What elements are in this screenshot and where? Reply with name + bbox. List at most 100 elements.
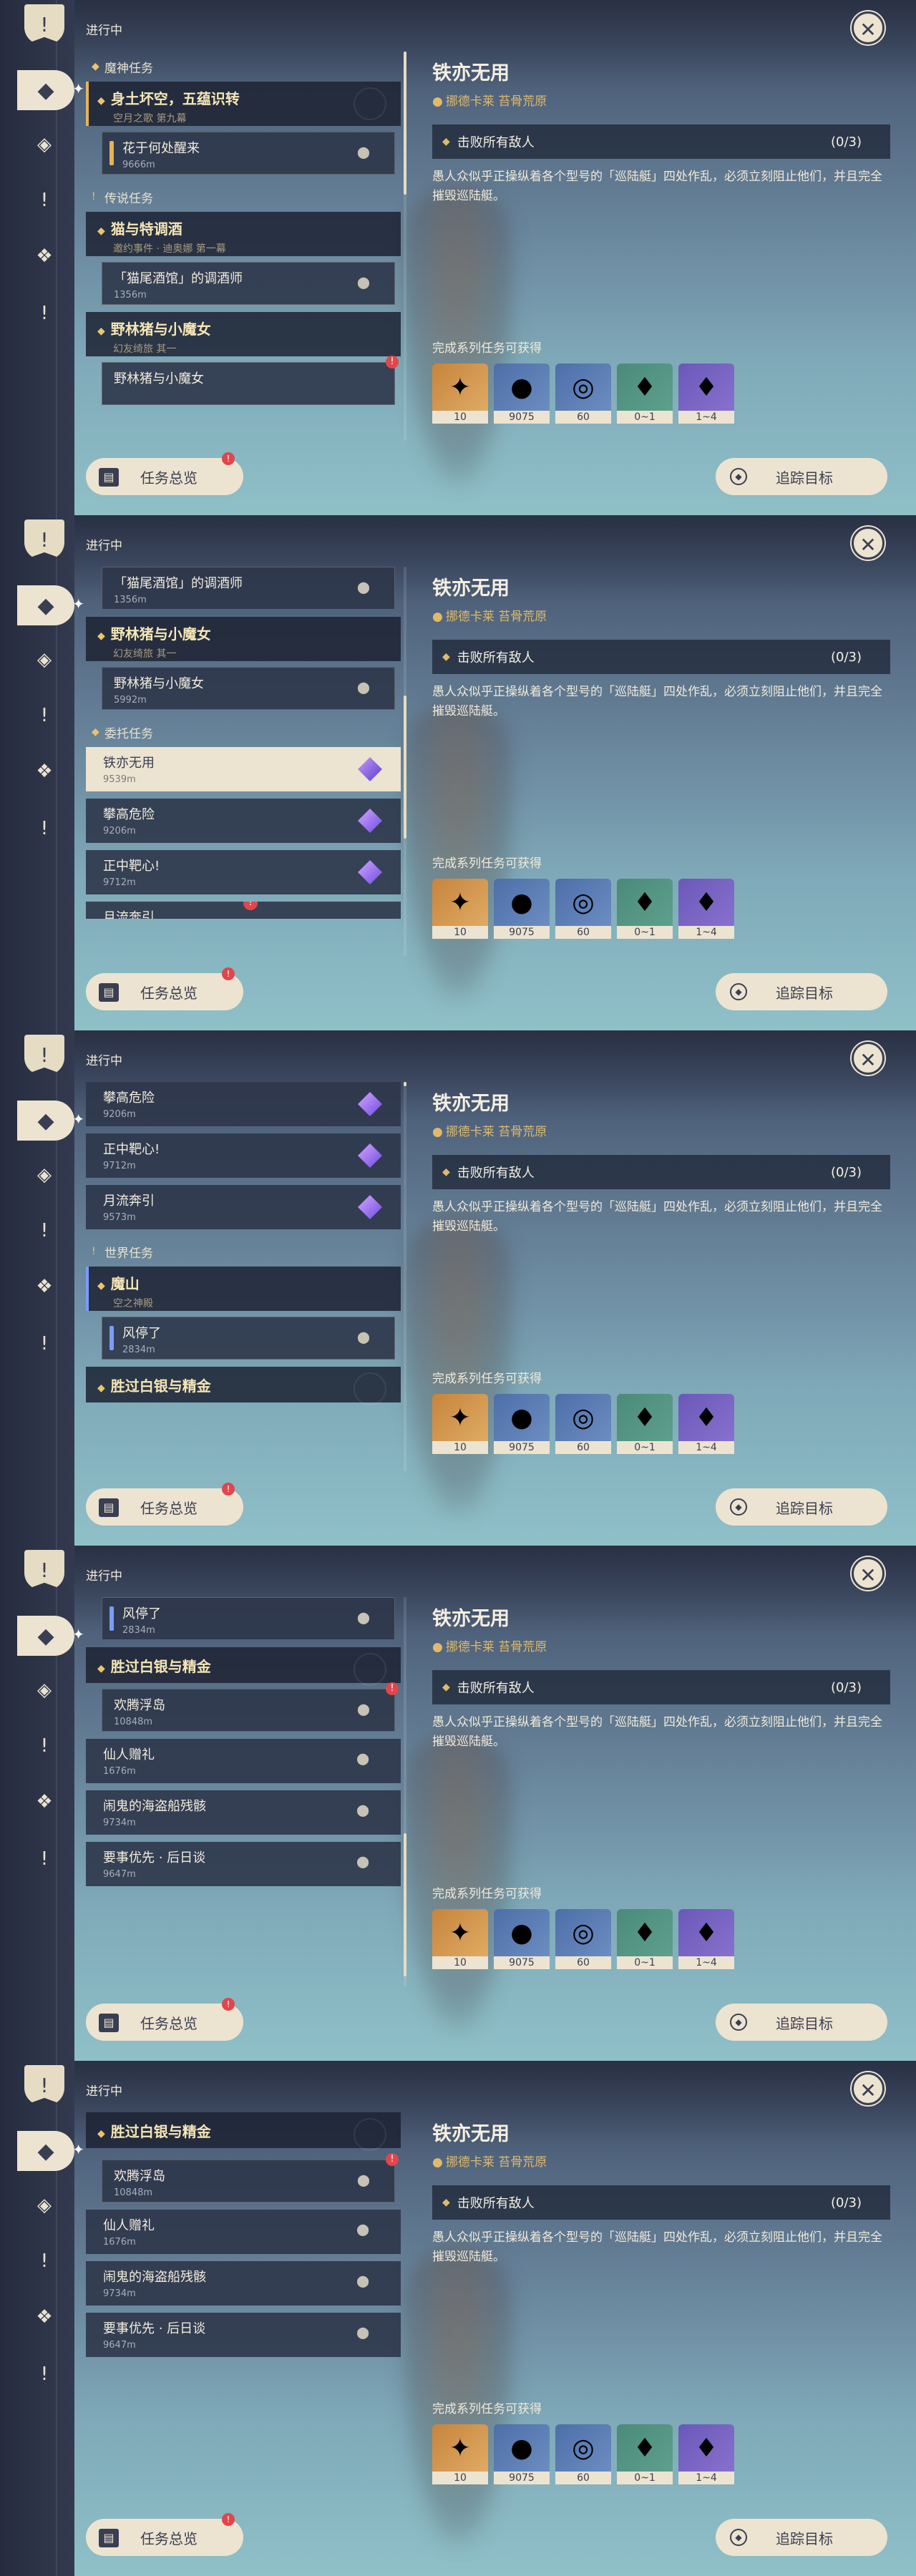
commission-task[interactable]: 月流奔引! xyxy=(86,902,401,919)
reward-item[interactable]: ◎ 60 xyxy=(555,2424,611,2484)
world-quest-icon[interactable]: ! xyxy=(29,298,60,329)
chapter-world-2[interactable]: ◆ 胜过白银与精金 xyxy=(86,2112,401,2151)
quest-step[interactable]: 「猫尾酒馆」的调酒师 1356m ⬤ xyxy=(102,567,395,610)
reward-item[interactable]: ● 9075 xyxy=(494,2424,550,2484)
all-quests-icon[interactable]: ◆ ✦ xyxy=(17,70,84,110)
quest-bookmark-icon[interactable]: ! xyxy=(24,1035,64,1075)
world-task[interactable]: 要事优先 · 后日谈 9647m ⬤ xyxy=(86,1842,401,1886)
quest-bookmark-icon[interactable]: ! xyxy=(24,2065,64,2105)
quest-list-scrollbar[interactable] xyxy=(404,1597,406,1986)
location-pin-icon[interactable]: ⬤ xyxy=(356,1803,369,1817)
location-pin-icon[interactable]: ⬤ xyxy=(356,680,371,696)
location-pin-icon[interactable]: ⬤ xyxy=(356,2223,369,2236)
archon-quest-icon[interactable]: ◈ xyxy=(29,1159,60,1191)
world-quest-icon[interactable]: ! xyxy=(29,1843,60,1875)
world-task[interactable]: 要事优先 · 后日谈 9647m ⬤ xyxy=(86,2313,401,2357)
reward-item[interactable]: ✦ 10 xyxy=(432,364,488,424)
all-quests-icon[interactable]: ◆ ✦ xyxy=(17,1101,84,1141)
scrollbar-thumb[interactable] xyxy=(404,696,406,839)
quest-list-scrollbar[interactable] xyxy=(404,567,406,956)
commission-icon[interactable]: ❖ xyxy=(29,240,60,272)
chapter-story-2[interactable]: ◆ 野林猪与小魔女 幻友绮旅 其一 xyxy=(86,312,401,356)
quest-bookmark-icon[interactable]: ! xyxy=(24,519,64,560)
reward-item[interactable]: ✦ 10 xyxy=(432,879,488,939)
world-quest-icon[interactable]: ! xyxy=(29,813,60,844)
location-pin-icon[interactable]: ⬤ xyxy=(356,1752,369,1765)
overview-button[interactable]: ▤ 任务总览! xyxy=(86,967,243,1010)
close-button[interactable]: ✕ xyxy=(852,527,885,560)
quest-step[interactable]: 花于何处醒来 9666m ⬤ xyxy=(102,132,395,175)
archon-quest-icon[interactable]: ◈ xyxy=(29,2190,60,2221)
chapter-world-2[interactable]: ◆ 胜过白银与精金 xyxy=(86,1647,401,1686)
archon-quest-icon[interactable]: ◈ xyxy=(29,1674,60,1706)
track-button[interactable]: ◆ 追踪目标 xyxy=(716,458,887,495)
scrollbar-thumb[interactable] xyxy=(404,1082,406,1086)
all-quests-icon[interactable]: ◆ ✦ xyxy=(17,1616,84,1656)
reward-item[interactable]: ♦ 1~4 xyxy=(678,1909,734,1969)
chapter-story-1[interactable]: ◆ 猫与特调酒 邀约事件 · 迪奥娜 第一幕 xyxy=(86,212,401,256)
scrollbar-thumb[interactable] xyxy=(404,52,406,195)
reward-item[interactable]: ◎ 60 xyxy=(555,1394,611,1454)
commission-task[interactable]: 月流奔引 9573m xyxy=(86,1185,401,1229)
location-pin-icon[interactable]: ⬤ xyxy=(356,1702,371,1718)
close-button[interactable]: ✕ xyxy=(852,11,885,44)
location-pin-icon[interactable]: ⬤ xyxy=(356,580,371,596)
commission-task[interactable]: 攀高危险 9206m xyxy=(86,799,401,843)
quest-step[interactable]: 欢腾浮岛 10848m ⬤! xyxy=(102,1682,399,1732)
quest-step[interactable]: 「猫尾酒馆」的调酒师 1356m ⬤ xyxy=(102,262,395,305)
commission-icon[interactable]: ❖ xyxy=(29,1786,60,1818)
chapter-archon[interactable]: ◆ 身土坏空，五蕴识转 空月之歌 第九幕 xyxy=(86,82,401,126)
quest-step[interactable]: 野林猪与小魔女! xyxy=(102,356,399,405)
reward-item[interactable]: ♦ 0~1 xyxy=(617,1394,673,1454)
world-task[interactable]: 闹鬼的海盗船残骸 9734m ⬤ xyxy=(86,2261,401,2306)
story-quest-icon[interactable]: ! xyxy=(29,1215,60,1246)
location-pin-icon[interactable]: ⬤ xyxy=(356,2173,371,2189)
reward-item[interactable]: ◎ 60 xyxy=(555,879,611,939)
track-button[interactable]: ◆ 追踪目标 xyxy=(716,2519,887,2556)
reward-item[interactable]: ● 9075 xyxy=(494,364,550,424)
all-quests-icon[interactable]: ◆ ✦ xyxy=(17,2131,84,2171)
archon-quest-icon[interactable]: ◈ xyxy=(29,644,60,675)
world-task[interactable]: 闹鬼的海盗船残骸 9734m ⬤ xyxy=(86,1790,401,1835)
location-pin-icon[interactable]: ⬤ xyxy=(356,2274,369,2288)
story-quest-icon[interactable]: ! xyxy=(29,700,60,731)
reward-item[interactable]: ✦ 10 xyxy=(432,1394,488,1454)
track-button[interactable]: ◆ 追踪目标 xyxy=(716,973,887,1010)
close-button[interactable]: ✕ xyxy=(852,2072,885,2105)
location-pin-icon[interactable]: ⬤ xyxy=(356,1611,371,1626)
scrollbar-thumb[interactable] xyxy=(404,1833,406,1976)
quest-step[interactable]: 风停了 2834m ⬤ xyxy=(102,1317,395,1360)
overview-button[interactable]: ▤ 任务总览! xyxy=(86,1483,243,1526)
commission-task[interactable]: 攀高危险 9206m xyxy=(86,1082,401,1126)
location-pin-icon[interactable]: ⬤ xyxy=(356,275,371,291)
commission-icon[interactable]: ❖ xyxy=(29,2301,60,2333)
commission-task[interactable]: 正中靶心! 9712m xyxy=(86,1133,401,1178)
reward-item[interactable]: ● 9075 xyxy=(494,1909,550,1969)
reward-item[interactable]: ● 9075 xyxy=(494,879,550,939)
world-quest-icon[interactable]: ! xyxy=(29,2358,60,2390)
world-quest-icon[interactable]: ! xyxy=(29,1328,60,1360)
reward-item[interactable]: ♦ 0~1 xyxy=(617,879,673,939)
location-pin-icon[interactable]: ⬤ xyxy=(356,1855,369,1868)
overview-button[interactable]: ▤ 任务总览! xyxy=(86,452,243,495)
chapter-world-2[interactable]: ◆ 胜过白银与精金 xyxy=(86,1367,401,1405)
reward-item[interactable]: ● 9075 xyxy=(494,1394,550,1454)
reward-item[interactable]: ♦ 1~4 xyxy=(678,879,734,939)
track-button[interactable]: ◆ 追踪目标 xyxy=(716,2004,887,2041)
commission-task-selected[interactable]: 铁亦无用 9539m xyxy=(86,747,401,791)
quest-list-scrollbar[interactable] xyxy=(404,52,406,441)
quest-step[interactable]: 野林猪与小魔女 5992m ⬤ xyxy=(102,667,395,710)
close-button[interactable]: ✕ xyxy=(852,1042,885,1075)
reward-item[interactable]: ✦ 10 xyxy=(432,2424,488,2484)
story-quest-icon[interactable]: ! xyxy=(29,185,60,216)
reward-item[interactable]: ♦ 0~1 xyxy=(617,1909,673,1969)
reward-item[interactable]: ♦ 1~4 xyxy=(678,1394,734,1454)
reward-item[interactable]: ♦ 1~4 xyxy=(678,2424,734,2484)
quest-list-scrollbar[interactable] xyxy=(404,1082,406,1471)
archon-quest-icon[interactable]: ◈ xyxy=(29,129,60,160)
reward-item[interactable]: ✦ 10 xyxy=(432,1909,488,1969)
story-quest-icon[interactable]: ! xyxy=(29,1730,60,1762)
reward-item[interactable]: ♦ 1~4 xyxy=(678,364,734,424)
commission-task[interactable]: 正中靶心! 9712m xyxy=(86,850,401,894)
reward-item[interactable]: ♦ 0~1 xyxy=(617,364,673,424)
